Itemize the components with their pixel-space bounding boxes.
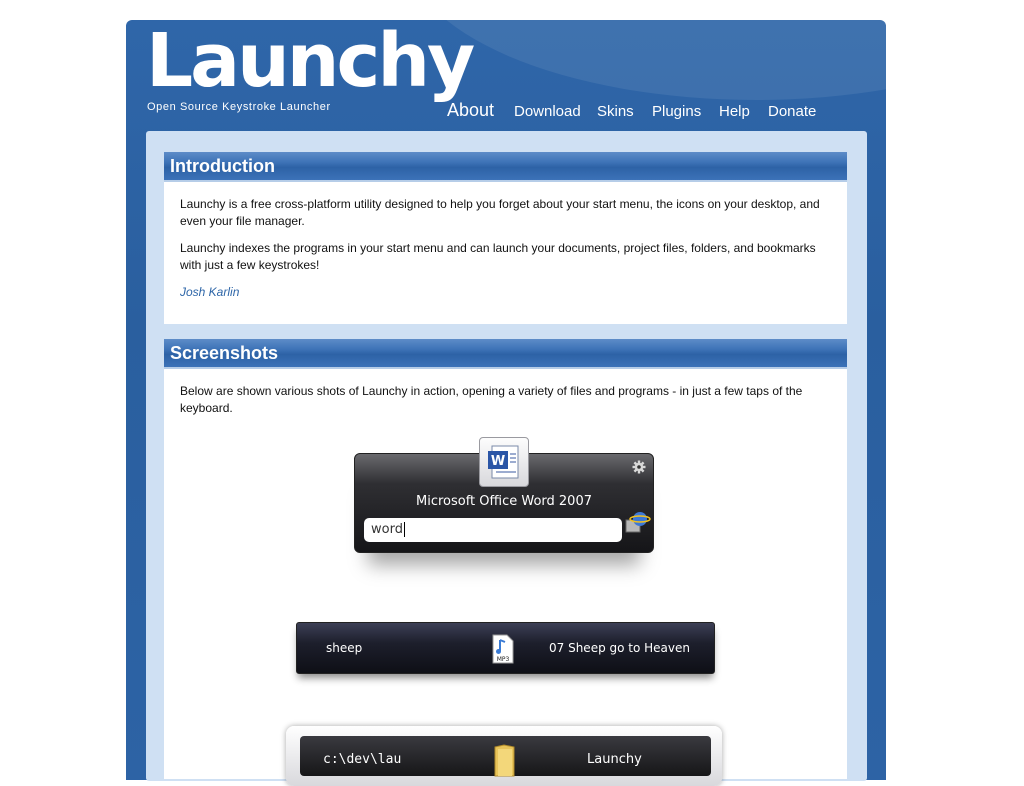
- word-document-icon: W: [479, 437, 529, 487]
- intro-section: Introduction Launchy is a free cross-pla…: [164, 152, 847, 324]
- author-link[interactable]: Josh Karlin: [180, 285, 239, 299]
- nav-plugins[interactable]: Plugins: [652, 103, 701, 120]
- site-tagline: Open Source Keystroke Launcher: [147, 101, 331, 113]
- gear-icon[interactable]: [632, 460, 646, 474]
- result-name: Microsoft Office Word 2007: [415, 494, 592, 509]
- launchy-window-sheep: sheep MP3 07 Sheep go to Heaven: [296, 622, 715, 674]
- result-name: 07 Sheep go to Heaven: [549, 641, 690, 655]
- site-logo[interactable]: Launchy: [146, 24, 475, 98]
- nav-skins[interactable]: Skins: [597, 103, 634, 120]
- intro-title: Introduction: [164, 152, 847, 182]
- screenshots-title: Screenshots: [164, 339, 847, 369]
- nav-donate[interactable]: Donate: [768, 103, 816, 120]
- catalog-globe-icon[interactable]: [623, 508, 651, 536]
- launchy-window-dev: c:\dev\lau Launchy: [300, 736, 711, 777]
- nav-download[interactable]: Download: [514, 103, 581, 120]
- search-input-text: word: [371, 522, 403, 537]
- svg-text:MP3: MP3: [497, 656, 510, 663]
- intro-paragraph-1: Launchy is a free cross-platform utility…: [180, 197, 820, 228]
- svg-text:W: W: [491, 454, 505, 469]
- screenshots-description: Below are shown various shots of Launchy…: [180, 384, 803, 415]
- folder-icon: [494, 744, 515, 777]
- intro-paragraph-2: Launchy indexes the programs in your sta…: [180, 241, 816, 272]
- mp3-file-icon: MP3: [492, 634, 514, 664]
- result-name: Launchy: [587, 752, 642, 767]
- search-input-text: sheep: [326, 641, 363, 655]
- nav-help[interactable]: Help: [719, 103, 750, 120]
- screenshots-section: Screenshots Below are shown various shot…: [164, 339, 847, 779]
- search-input-text: c:\dev\lau: [323, 752, 402, 767]
- search-input[interactable]: word: [364, 518, 622, 542]
- nav-about[interactable]: About: [447, 100, 494, 121]
